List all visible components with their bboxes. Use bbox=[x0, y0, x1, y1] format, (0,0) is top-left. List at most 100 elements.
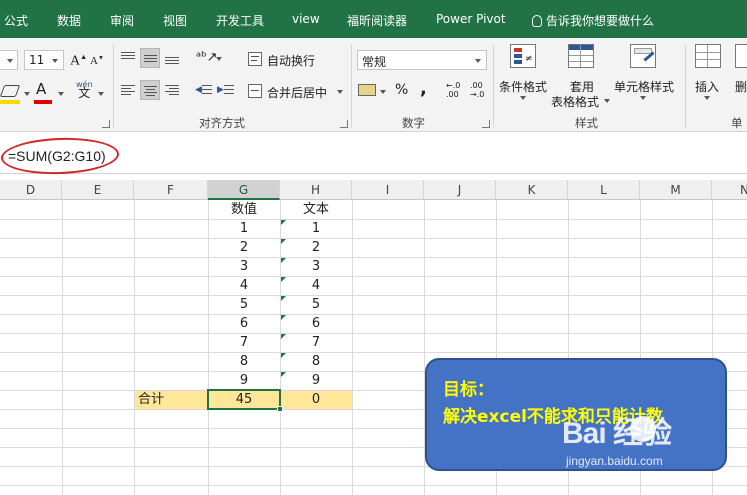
delete-button[interactable]: 删 bbox=[735, 78, 747, 95]
chevron-down-icon[interactable] bbox=[98, 92, 104, 96]
chevron-down-icon[interactable] bbox=[380, 90, 386, 94]
fill-handle[interactable] bbox=[277, 406, 283, 412]
column-header-e[interactable]: E bbox=[62, 180, 134, 200]
column-header-m[interactable]: M bbox=[640, 180, 712, 200]
group-separator bbox=[113, 44, 114, 128]
align-bottom-button[interactable] bbox=[162, 48, 182, 68]
callout-title: 目标： bbox=[443, 380, 494, 400]
tab-review[interactable]: 审阅 bbox=[110, 12, 134, 29]
column-header-n[interactable]: N bbox=[712, 180, 747, 200]
tab-data[interactable]: 数据 bbox=[57, 12, 81, 29]
cell-h4[interactable]: 3 bbox=[280, 257, 352, 276]
text-number-warning-marker bbox=[281, 239, 286, 244]
group-separator bbox=[493, 44, 494, 128]
font-size-combo[interactable]: 11 bbox=[24, 50, 64, 70]
column-header-k[interactable]: K bbox=[496, 180, 568, 200]
cell-h2[interactable]: 1 bbox=[280, 219, 352, 238]
alignment-dialog-launcher[interactable] bbox=[340, 120, 348, 128]
cell-h10[interactable]: 9 bbox=[280, 371, 352, 390]
font-color-icon[interactable]: A bbox=[36, 80, 46, 98]
group-label-styles: 样式 bbox=[575, 116, 598, 130]
chevron-down-icon[interactable] bbox=[58, 92, 64, 96]
decrease-indent-button[interactable]: ◀ bbox=[194, 80, 214, 100]
cell-g9[interactable]: 8 bbox=[208, 352, 280, 371]
grow-font-icon[interactable]: A▲ bbox=[70, 53, 87, 70]
cell-h8[interactable]: 7 bbox=[280, 333, 352, 352]
chevron-down-icon[interactable] bbox=[337, 90, 343, 94]
cell-h1[interactable]: 文本 bbox=[280, 200, 352, 219]
formula-bar[interactable]: =SUM(G2:G10) bbox=[0, 135, 747, 177]
cell-g7[interactable]: 6 bbox=[208, 314, 280, 333]
cell-h3[interactable]: 2 bbox=[280, 238, 352, 257]
number-dialog-launcher[interactable] bbox=[482, 120, 490, 128]
cell-h7[interactable]: 6 bbox=[280, 314, 352, 333]
cell-f11-total-label[interactable]: 合计 bbox=[138, 390, 198, 409]
wrap-text-button[interactable]: 自动换行 bbox=[267, 52, 315, 69]
cell-h5[interactable]: 4 bbox=[280, 276, 352, 295]
align-middle-button[interactable] bbox=[140, 48, 160, 68]
font-dialog-launcher[interactable] bbox=[102, 120, 110, 128]
cell-g10[interactable]: 9 bbox=[208, 371, 280, 390]
cell-h6[interactable]: 5 bbox=[280, 295, 352, 314]
phonetic-guide-icon[interactable]: wén 文 bbox=[76, 80, 93, 99]
cell-g8[interactable]: 7 bbox=[208, 333, 280, 352]
insert-cells-icon bbox=[695, 44, 721, 68]
text-number-warning-marker bbox=[281, 372, 286, 377]
cell-g3[interactable]: 2 bbox=[208, 238, 280, 257]
column-header-g[interactable]: G bbox=[208, 180, 280, 200]
format-as-table-label-2[interactable]: 表格格式 bbox=[551, 93, 599, 110]
column-header-h[interactable]: H bbox=[280, 180, 352, 200]
cell-g1[interactable]: 数值 bbox=[208, 200, 280, 219]
orientation-icon[interactable]: ᵃᵇ↗ bbox=[196, 50, 218, 65]
cell-g6[interactable]: 5 bbox=[208, 295, 280, 314]
tab-formulas[interactable]: 公式 bbox=[4, 12, 28, 29]
column-header-i[interactable]: I bbox=[352, 180, 424, 200]
tell-me-search[interactable]: 告诉我你想要做什么 bbox=[532, 12, 654, 29]
conditional-formatting-button[interactable]: 条件格式 bbox=[499, 78, 547, 95]
cell-h11-total[interactable]: 0 bbox=[280, 390, 352, 409]
currency-icon[interactable] bbox=[358, 84, 376, 96]
merge-center-button[interactable]: 合并后居中 bbox=[267, 84, 327, 101]
tab-foxit-reader[interactable]: 福昕阅读器 bbox=[347, 12, 407, 29]
tab-power-pivot[interactable]: Power Pivot bbox=[436, 12, 506, 26]
increase-decimal-button[interactable]: ←.0.00 bbox=[446, 81, 460, 99]
annotation-red-circle bbox=[0, 135, 120, 177]
align-left-button[interactable] bbox=[118, 80, 138, 100]
cell-styles-button[interactable]: 单元格样式 bbox=[614, 78, 674, 95]
cell-g4[interactable]: 3 bbox=[208, 257, 280, 276]
insert-button[interactable]: 插入 bbox=[695, 78, 719, 95]
tab-developer[interactable]: 开发工具 bbox=[216, 12, 264, 29]
column-header-f[interactable]: F bbox=[134, 180, 208, 200]
tab-view-addin[interactable]: view bbox=[292, 12, 320, 26]
align-top-button[interactable] bbox=[118, 48, 138, 68]
comma-button[interactable]: , bbox=[420, 78, 427, 99]
text-number-warning-marker bbox=[281, 220, 286, 225]
chevron-down-icon bbox=[475, 59, 481, 63]
paw-logo-icon bbox=[630, 416, 656, 442]
align-center-button[interactable] bbox=[140, 80, 160, 100]
font-name-combo-edge[interactable] bbox=[0, 50, 18, 70]
shrink-font-icon[interactable]: A▼ bbox=[90, 55, 104, 67]
column-header-l[interactable]: L bbox=[568, 180, 640, 200]
number-format-combo[interactable]: 常规 bbox=[357, 50, 487, 70]
cell-g2[interactable]: 1 bbox=[208, 219, 280, 238]
align-right-button[interactable] bbox=[162, 80, 182, 100]
cell-h9[interactable]: 8 bbox=[280, 352, 352, 371]
fill-color-icon[interactable] bbox=[0, 85, 21, 97]
chevron-down-icon bbox=[604, 99, 610, 103]
tell-me-label: 告诉我你想要做什么 bbox=[546, 14, 655, 28]
tab-view[interactable]: 视图 bbox=[163, 12, 187, 29]
column-header-d[interactable]: D bbox=[0, 180, 62, 200]
chevron-down-icon bbox=[52, 59, 58, 63]
ribbon: 11 A▲ A▼ A wén 文 ᵃᵇ↗ ◀ ▶ 自动换行 合并后居中 对齐方式 … bbox=[0, 38, 747, 132]
chevron-down-icon[interactable] bbox=[24, 92, 30, 96]
cell-g5[interactable]: 4 bbox=[208, 276, 280, 295]
number-format-value: 常规 bbox=[362, 55, 387, 69]
column-header-j[interactable]: J bbox=[424, 180, 496, 200]
text-number-warning-marker bbox=[281, 334, 286, 339]
group-separator bbox=[685, 44, 686, 128]
percent-button[interactable]: % bbox=[395, 82, 408, 98]
increase-indent-button[interactable]: ▶ bbox=[216, 80, 236, 100]
baidu-jingyan-watermark: Bai 经验 jingyan.baidu.com bbox=[562, 408, 747, 478]
decrease-decimal-button[interactable]: .00 →.0 bbox=[470, 81, 484, 99]
